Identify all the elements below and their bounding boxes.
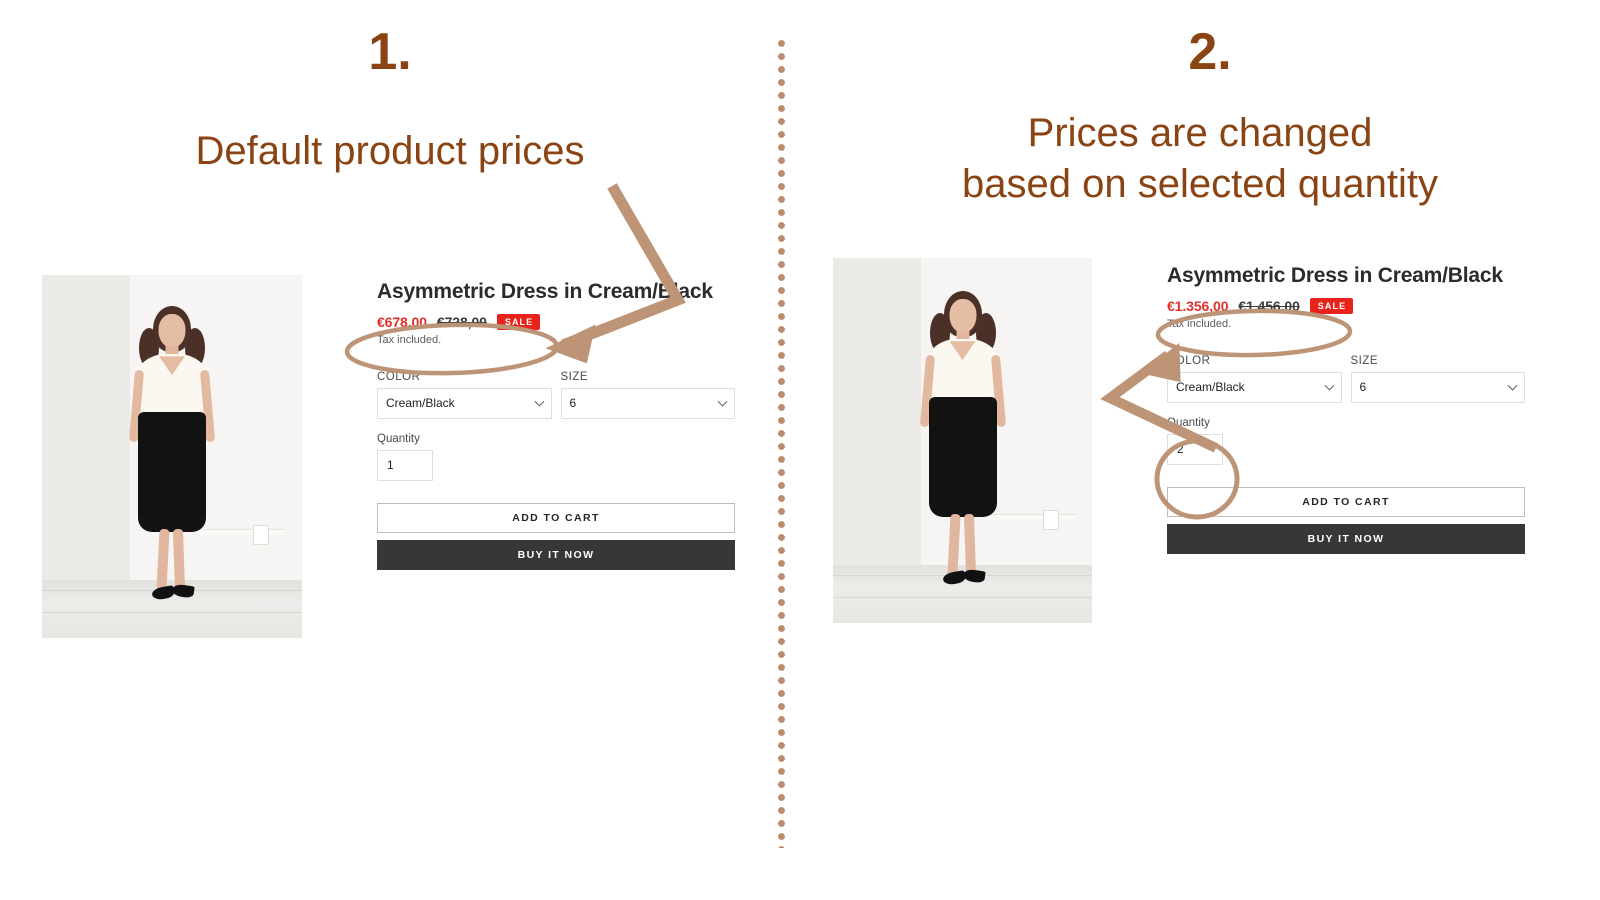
product-title: Asymmetric Dress in Cream/Black (1167, 264, 1503, 287)
add-to-cart-button[interactable]: ADD TO CART (377, 502, 735, 533)
sale-badge: SALE (1309, 297, 1354, 314)
chevron-down-icon (1324, 380, 1334, 391)
compare-at-price: €728,00 (436, 313, 487, 330)
dotted-divider (778, 40, 785, 848)
option-size-label: SIZE (560, 370, 589, 383)
variant-options: COLOR Cream/Black SIZE 6 (377, 371, 735, 419)
add-to-cart-label: ADD TO CART (1302, 495, 1390, 508)
quantity-field: Quantity 2 (1167, 417, 1525, 465)
buy-it-now-label: BUY IT NOW (1307, 532, 1385, 545)
add-to-cart-button[interactable]: ADD TO CART (1167, 486, 1525, 517)
product-details-after: Asymmetric Dress in Cream/Black €1.356,0… (1167, 262, 1525, 554)
option-color-label: COLOR (377, 370, 421, 383)
color-select-value: Cream/Black (386, 396, 455, 411)
size-select-value: 6 (1359, 380, 1367, 395)
quantity-label: Quantity (1167, 416, 1210, 429)
chevron-down-icon (534, 396, 544, 407)
price-group: €1.356,00 €1.456,00 SALE (1167, 297, 1525, 314)
option-size: SIZE 6 (560, 370, 735, 419)
option-color: COLOR Cream/Black (1167, 355, 1342, 403)
option-size: SIZE 6 (1350, 354, 1525, 403)
tax-note: Tax included. (377, 333, 442, 346)
comparison-canvas: 1. Default product prices 2. Prices are … (0, 0, 1600, 900)
product-image-before (42, 275, 302, 638)
option-color-label: COLOR (1167, 354, 1211, 367)
price-group: €678,00 €728,00 SALE (377, 313, 735, 330)
step-2-caption: Prices are changed based on selected qua… (962, 111, 1438, 207)
step-1-caption: Default product prices (195, 129, 585, 173)
quantity-value: 2 (1177, 442, 1184, 457)
quantity-input[interactable]: 2 (1167, 433, 1223, 465)
option-color: COLOR Cream/Black (377, 371, 552, 419)
quantity-label: Quantity (377, 432, 420, 445)
size-select[interactable]: 6 (560, 387, 735, 419)
quantity-input[interactable]: 1 (377, 449, 433, 481)
tax-note: Tax included. (1167, 317, 1232, 330)
sale-badge: SALE (496, 313, 541, 330)
sale-price: €678,00 (377, 313, 427, 330)
variant-options: COLOR Cream/Black SIZE 6 (1167, 355, 1525, 403)
chevron-down-icon (1507, 380, 1518, 391)
buy-it-now-button[interactable]: BUY IT NOW (1167, 523, 1525, 554)
step-1-number: 1. (368, 23, 412, 81)
color-select-value: Cream/Black (1176, 380, 1245, 395)
size-select-value: 6 (569, 396, 577, 411)
product-image-after (833, 258, 1092, 623)
quantity-field: Quantity 1 (377, 433, 735, 481)
step-2-number: 2. (1188, 23, 1232, 81)
size-select[interactable]: 6 (1350, 371, 1525, 403)
add-to-cart-label: ADD TO CART (512, 511, 600, 524)
option-size-label: SIZE (1350, 354, 1379, 367)
color-select[interactable]: Cream/Black (1167, 371, 1342, 403)
compare-at-price: €1.456,00 (1238, 297, 1300, 314)
product-details-before: Asymmetric Dress in Cream/Black €678,00 … (377, 278, 735, 570)
product-title: Asymmetric Dress in Cream/Black (377, 280, 713, 303)
buy-it-now-button[interactable]: BUY IT NOW (377, 539, 735, 570)
color-select[interactable]: Cream/Black (377, 387, 552, 419)
sale-price: €1.356,00 (1167, 297, 1229, 314)
buy-it-now-label: BUY IT NOW (517, 548, 595, 561)
chevron-down-icon (717, 396, 728, 407)
quantity-value: 1 (387, 458, 394, 473)
